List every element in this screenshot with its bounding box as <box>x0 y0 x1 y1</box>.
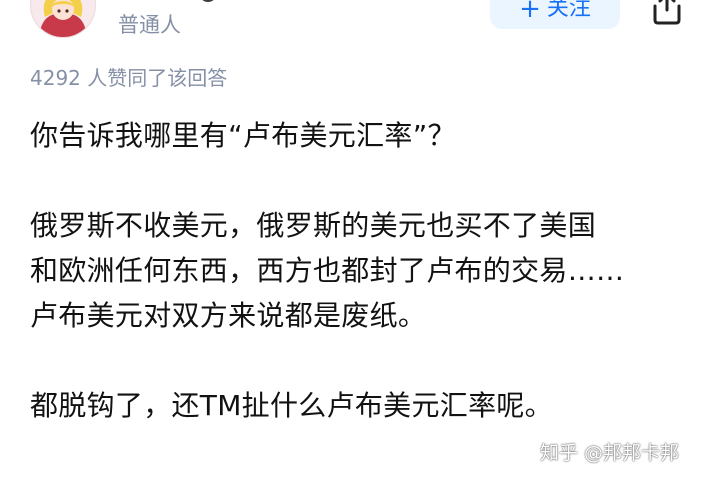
answer-paragraph-2: 俄罗斯不收美元，俄罗斯的美元也买不了美国 和欧洲任何东西，西方也都封了卢布的交易… <box>30 203 624 338</box>
answer-line: 你告诉我哪里有“卢布美元汇率”？ <box>30 119 456 152</box>
author-headline: 普通人 <box>118 13 181 37</box>
answer-paragraph-3: 都脱钩了，还TM扯什么卢布美元汇率呢。 <box>30 383 553 428</box>
share-icon <box>653 0 681 25</box>
answer-header: 普通人 + 关注 <box>0 0 720 50</box>
vote-count-text: 4292 人赞同了该回答 <box>30 66 228 90</box>
plus-icon: + <box>519 0 541 24</box>
avatar[interactable] <box>30 0 96 38</box>
answer-line: 卢布美元对双方来说都是废纸。 <box>30 299 427 332</box>
watermark: 知乎 @邦邦卡邦 <box>540 442 680 464</box>
author-name-cropped[interactable] <box>118 0 258 6</box>
answer-line: 俄罗斯不收美元，俄罗斯的美元也买不了美国 <box>30 209 597 242</box>
answer-paragraph-1: 你告诉我哪里有“卢布美元汇率”？ <box>30 113 456 158</box>
verified-icon <box>200 0 216 2</box>
follow-button[interactable]: + 关注 <box>490 0 620 29</box>
share-button[interactable] <box>647 0 687 26</box>
follow-label: 关注 <box>546 0 591 21</box>
answer-line: 和欧洲任何东西，西方也都封了卢布的交易…… <box>30 254 625 287</box>
answer-line: 都脱钩了，还TM扯什么卢布美元汇率呢。 <box>30 389 553 422</box>
